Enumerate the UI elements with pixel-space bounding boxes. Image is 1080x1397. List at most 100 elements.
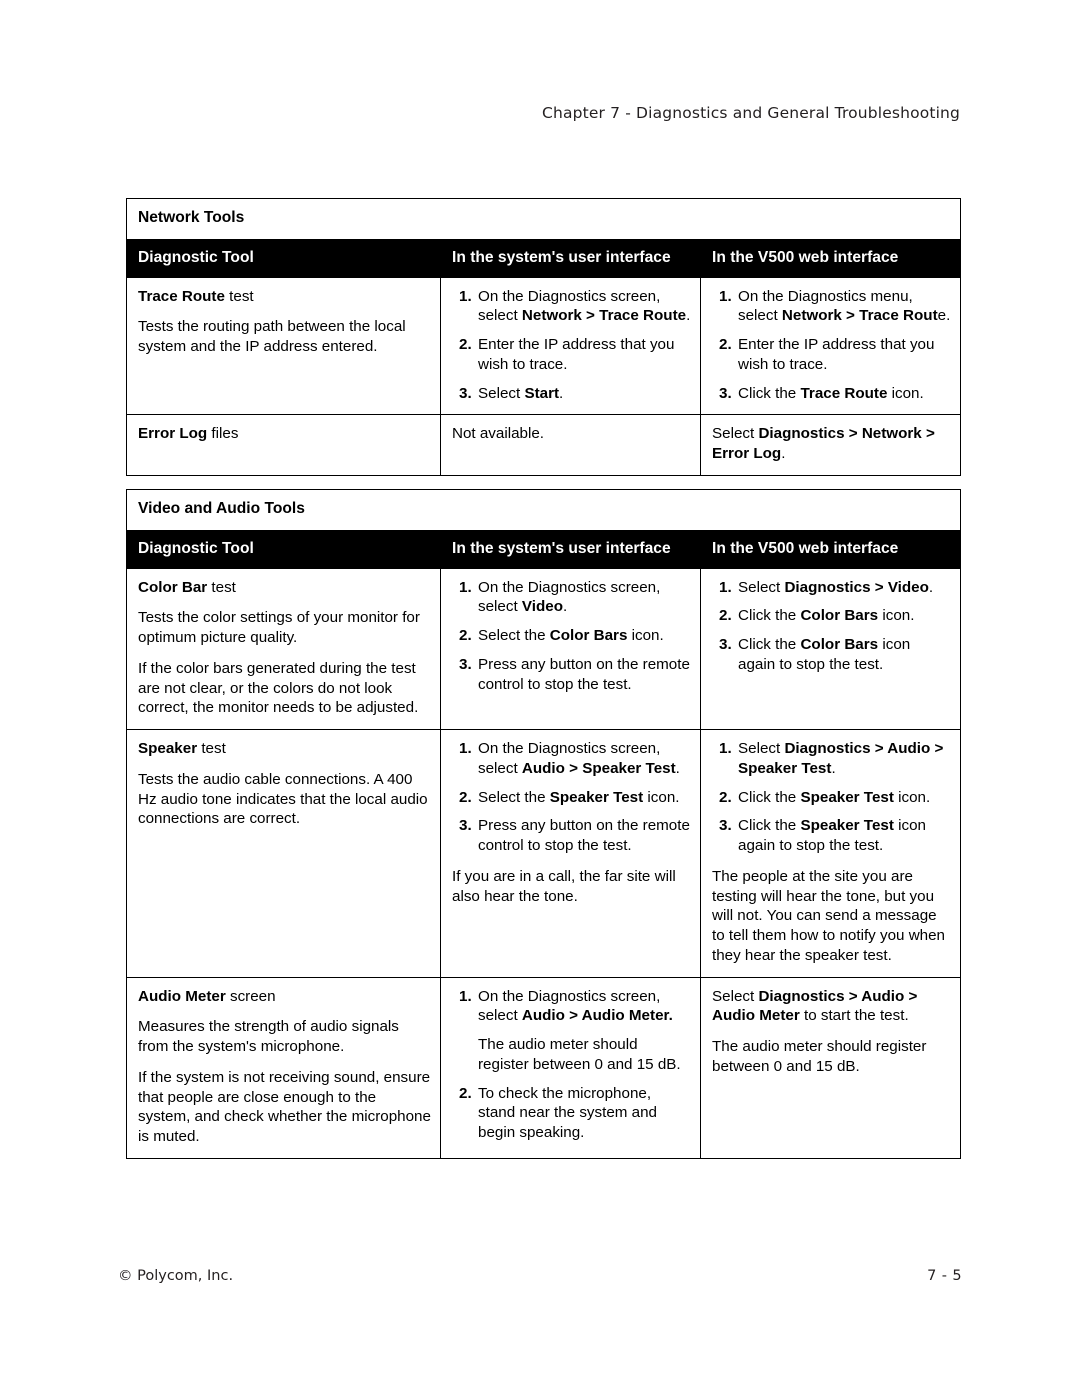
column-header-system-ui: In the system's user interface [440,530,701,569]
step-number: 1. [459,740,472,758]
body-text: Select [478,384,525,402]
step-item: 3. Click the Speaker Test icon again to s… [712,816,951,856]
table-row: Audio Meter screen Measures the strength… [126,976,961,1159]
body-text: Not available. [452,425,545,443]
column-header-system-ui: In the system's user interface [440,239,701,278]
emphasis-text: Color Bars [800,607,879,625]
step-text: Enter the IP address that you wish to tr… [738,335,951,375]
body-text: e. [937,307,951,325]
steps-list: 1. Select Diagnostics > Audio > Speaker T… [712,739,951,856]
step-item: 3. Select Start. [452,384,691,404]
body-text: . [559,384,564,402]
cell-system-ui-steps: Not available. [440,414,701,476]
tool-name: Speaker test [138,739,431,759]
document-page: Chapter 7 - Diagnostics and General Trou… [0,0,1080,1397]
step-item: 2. Select the Color Bars icon. [452,626,691,646]
tool-name-bold: Color Bar [138,578,208,596]
tool-name-rest: files [207,425,239,443]
emphasis-text: Color Bars [549,627,628,645]
step-number: 2. [459,1084,472,1102]
table-header-row: Diagnostic Tool In the system's user int… [126,530,961,569]
cell-system-ui-steps: 1. On the Diagnostics screen, select Audi… [440,976,701,1159]
step-number: 1. [719,287,732,305]
emphasis-text: Speaker Test [800,817,894,835]
steps-list: 1. On the Diagnostics screen, select Vide… [452,578,691,695]
step-text: Press any button on the remote control t… [478,816,691,856]
post-list-note: The people at the site you are testing w… [712,867,951,966]
tool-name-rest: test [197,740,226,758]
copyright-text: © Polycom, Inc. [118,1268,234,1284]
paragraph: If you are in a call, the far site will … [452,867,691,907]
tool-name-rest: screen [225,987,276,1005]
cell-web-ui-steps: 1. Select Diagnostics > Audio > Speaker T… [700,729,961,978]
body-text: The audio meter should register between … [478,1036,681,1073]
table-title-row: Network Tools [125,197,962,241]
table-row: Trace Route test Tests the routing path … [126,276,962,416]
tool-name: Error Log files [138,424,431,444]
column-header-diagnostic-tool: Diagnostic Tool [126,530,441,569]
paragraph: The people at the site you are testing w… [712,867,951,966]
cell-system-ui-steps: 1. On the Diagnostics screen, select Vide… [440,567,701,731]
step-text: Select the Color Bars icon. [478,626,691,646]
step-item: 2. Enter the IP address that you wish to … [712,335,951,375]
tool-name-rest: test [207,578,236,596]
running-header: Chapter 7 - Diagnostics and General Trou… [542,104,960,122]
tool-name-bold: Error Log [138,425,208,443]
step-item: 3. Click the Trace Route icon. [712,384,951,404]
step-number: 1. [459,287,472,305]
body-text: If you are in a call, the far site will … [452,867,676,905]
body-text: Enter the IP address that you wish to tr… [478,336,675,373]
post-list-note: If you are in a call, the far site will … [452,867,691,907]
body-text: . [562,598,568,616]
tool-description-text-2: If the system is not receiving sound, en… [138,1068,431,1146]
step-text: Click the Speaker Test icon again to sto… [738,816,951,856]
step-number: 2. [459,336,472,354]
steps-list: 1. On the Diagnostics screen, select Netw… [452,287,691,404]
paragraph: The audio meter should register between … [712,1037,951,1077]
body-text: Enter the IP address that you wish to tr… [738,336,935,373]
emphasis-text: Network > Trace Route [521,307,687,325]
body-text: Select [738,740,785,758]
step-text: Click the Speaker Test icon. [738,788,951,808]
body-text: Click the [738,636,801,654]
step-number: 1. [459,987,472,1005]
body-text: On the Diagnostics screen, select [478,578,661,616]
step-item: 1. Select Diagnostics > Video. [712,578,951,598]
page-footer: © Polycom, Inc. 7 - 5 [118,1268,962,1284]
plain-paragraphs: Select Diagnostics > Audio > Audio Meter… [712,987,951,1077]
step-number: 2. [459,627,472,645]
step-number: 3. [719,817,732,835]
emphasis-text: Color Bars [800,636,879,654]
table-title: Network Tools [125,197,962,241]
step-item: 1. On the Diagnostics screen, select Audi… [452,987,691,1075]
table-video-audio-tools: Video and Audio Tools Diagnostic Tool In… [126,488,961,1159]
cell-tool-description: Error Log files [126,414,441,476]
table-row: Error Log files Not available. Select Di… [126,414,962,476]
body-text: icon. [643,788,680,806]
step-text: On the Diagnostics screen, select Video. [478,578,691,618]
body-text: The audio meter should register between … [712,1038,927,1075]
emphasis-text: Network > Trace Rout [781,307,938,325]
emphasis-text: Audio > Audio Meter. [521,1007,673,1025]
page-number: 7 - 5 [927,1268,962,1284]
body-text: Click the [738,817,801,835]
step-subnote: The audio meter should register between … [478,1035,691,1075]
table-row: Speaker test Tests the audio cable conne… [126,729,961,978]
body-text: . [928,578,934,596]
tool-description-text: Tests the color settings of your monitor… [138,609,420,647]
cell-tool-description: Audio Meter screen Measures the strength… [126,976,441,1159]
step-number: 2. [719,788,732,806]
emphasis-text: Audio > Speaker Test [521,759,676,777]
body-text: . [686,307,691,325]
body-text: Select [712,425,759,443]
tool-name: Audio Meter screen [138,987,431,1007]
paragraph: Select Diagnostics > Audio > Audio Meter… [712,987,951,1027]
body-text: Select the [478,627,550,645]
tool-name-rest: test [224,287,254,305]
body-text: Select [738,578,785,596]
cell-web-ui-steps: 1. Select Diagnostics > Video. 2. Click the… [700,567,961,731]
step-text: On the Diagnostics menu, select Network … [738,287,951,327]
step-number: 1. [459,578,472,596]
step-number: 3. [459,817,472,835]
step-number: 3. [459,655,472,673]
